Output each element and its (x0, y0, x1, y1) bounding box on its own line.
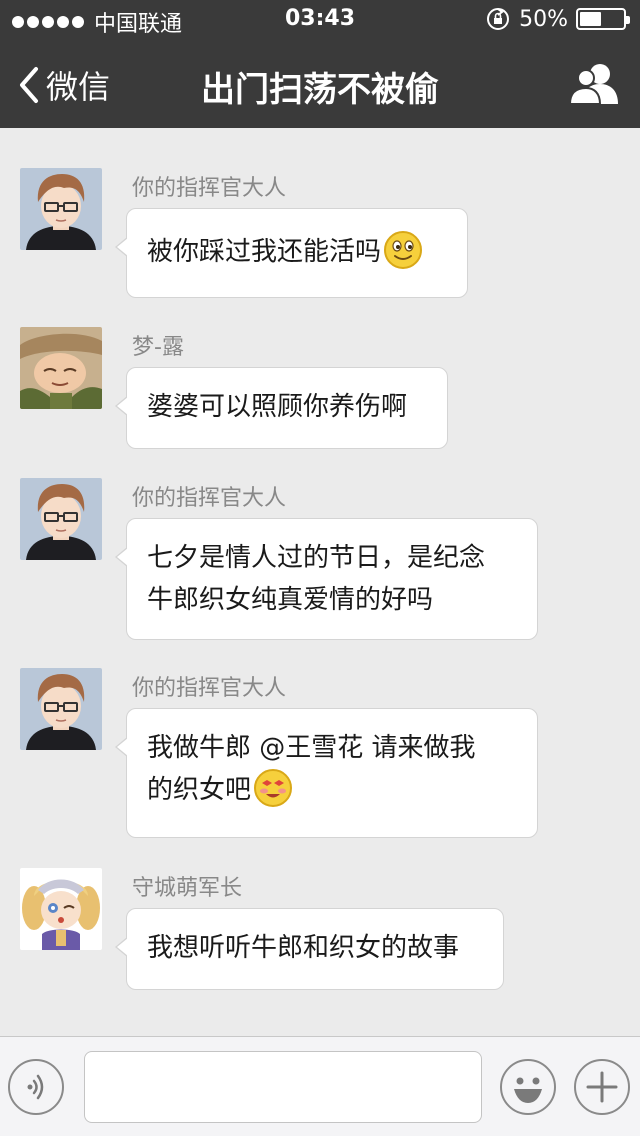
voice-button[interactable] (8, 1059, 64, 1115)
avatar-image (20, 668, 102, 750)
message-text-line-with-emoji: 的织女吧 (147, 768, 517, 811)
message-text-line: 的织女吧 (147, 775, 252, 805)
status-right: 50% (485, 6, 630, 32)
voice-icon (27, 1074, 44, 1100)
excited-emoji-icon (254, 768, 293, 807)
message-text-line: 七夕是情人过的节日，是纪念 (147, 543, 486, 573)
message-text-line: 牛郎织女纯真爱情的好吗 (147, 585, 434, 615)
chat-area[interactable]: 你的指挥官大人 被你踩过我还能活吗 梦-露 婆婆可以照顾你养伤啊 你的指挥官大人… (0, 128, 640, 1036)
message-bubble[interactable]: 七夕是情人过的节日，是纪念 牛郎织女纯真爱情的好吗 (115, 518, 538, 640)
sender-name: 梦-露 (132, 335, 184, 360)
battery-icon (576, 8, 630, 30)
avatar-image (20, 327, 102, 409)
avatar-shoucheng[interactable] (20, 868, 102, 950)
group-people-icon (568, 64, 618, 105)
message-text-line: 我做牛郎 @王雪花 请来做我 (147, 733, 476, 763)
avatar-commander[interactable] (20, 668, 102, 750)
message-text: 我想听听牛郎和织女的故事 (147, 933, 460, 963)
sender-name: 你的指挥官大人 (132, 486, 287, 511)
sender-name: 守城萌军长 (132, 876, 243, 901)
smile-emoji-icon (384, 230, 423, 269)
avatar-commander[interactable] (20, 478, 102, 560)
back-button[interactable]: 微信 (16, 62, 110, 108)
message-bubble[interactable]: 我做牛郎 @王雪花 请来做我 的织女吧 (115, 708, 538, 838)
sender-name: 你的指挥官大人 (132, 676, 287, 701)
avatar-menglu[interactable] (20, 327, 102, 409)
group-members-button[interactable] (568, 60, 618, 106)
message-input[interactable] (84, 1051, 482, 1123)
avatar-image (20, 168, 102, 250)
message-bubble[interactable]: 被你踩过我还能活吗 (115, 208, 468, 298)
message-text: 被你踩过我还能活吗 (147, 237, 382, 267)
avatar-commander[interactable] (20, 168, 102, 250)
chevron-left-icon (20, 67, 38, 103)
sender-name: 你的指挥官大人 (132, 176, 287, 201)
avatar-image (20, 868, 102, 950)
status-bar: 中国联通 03:43 50% (0, 0, 640, 40)
plus-icon (586, 1071, 618, 1103)
smiley-icon (514, 1077, 542, 1103)
battery-level (580, 12, 601, 26)
back-label: 微信 (46, 68, 111, 106)
message-bubble[interactable]: 婆婆可以照顾你养伤啊 (115, 367, 448, 449)
battery-percent: 50% (519, 6, 568, 32)
emoji-button[interactable] (500, 1059, 556, 1115)
avatar-image (20, 478, 102, 560)
nav-bar: 微信 出门扫荡不被偷 (0, 40, 640, 128)
rotation-lock-icon (487, 8, 510, 30)
input-bar (0, 1036, 640, 1136)
message-bubble[interactable]: 我想听听牛郎和织女的故事 (115, 908, 504, 990)
more-button[interactable] (574, 1059, 630, 1115)
message-text: 婆婆可以照顾你养伤啊 (147, 392, 408, 422)
